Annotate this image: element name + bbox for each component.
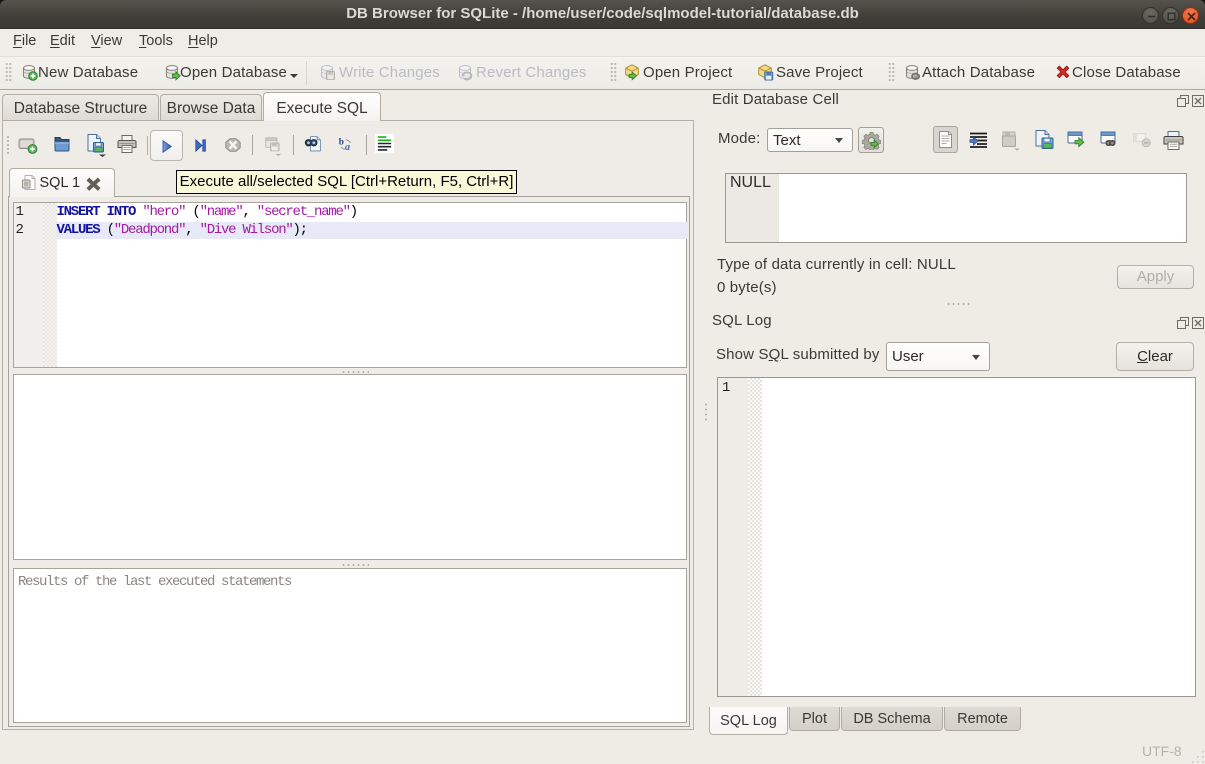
svg-text:a: a <box>345 142 350 153</box>
svg-text:b: b <box>339 138 344 148</box>
